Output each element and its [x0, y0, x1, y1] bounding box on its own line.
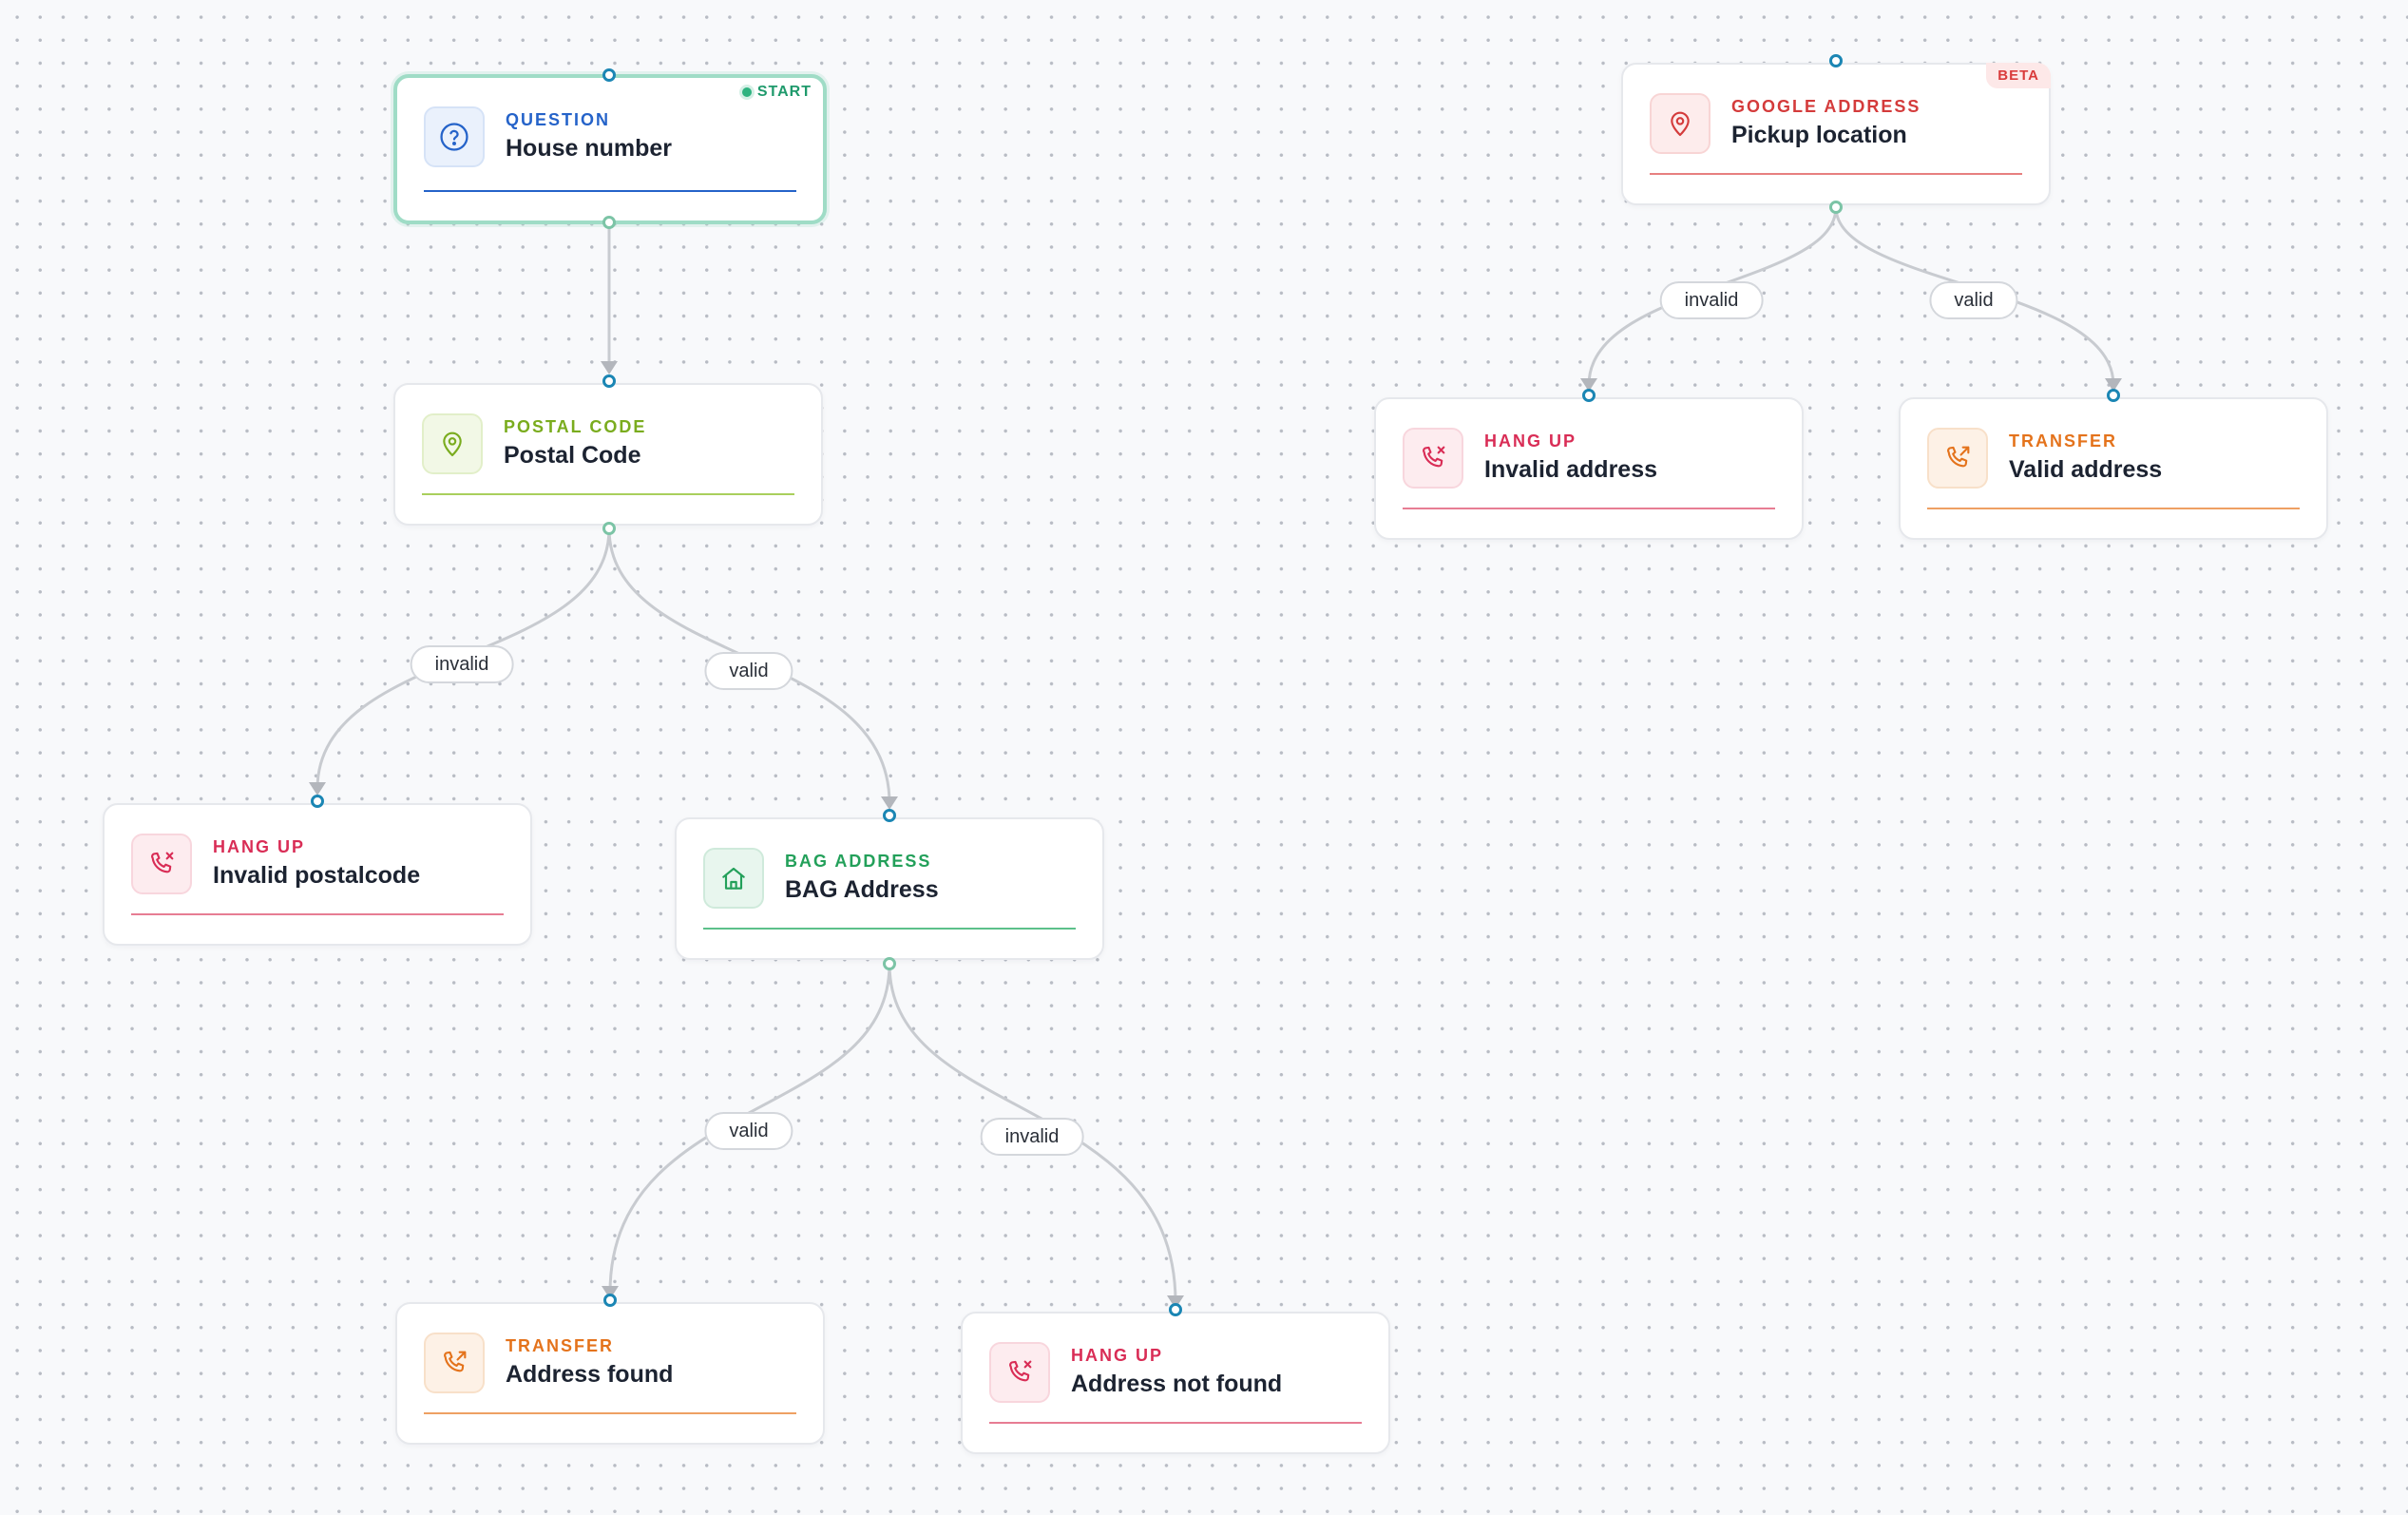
- node-type-label: HANG UP: [213, 837, 306, 856]
- output-port[interactable]: [883, 957, 896, 970]
- input-port[interactable]: [311, 795, 324, 808]
- map-pin-icon: [1650, 93, 1710, 154]
- output-port[interactable]: [1829, 201, 1843, 214]
- node-address-found[interactable]: TRANSFER Address found: [395, 1302, 825, 1445]
- arrowhead: [881, 796, 898, 810]
- node-accent-line: [424, 1412, 796, 1414]
- phone-transfer-icon: [1927, 428, 1988, 489]
- node-type-label: POSTAL CODE: [504, 417, 647, 436]
- edge-label-google-invalid[interactable]: invalid: [1659, 281, 1764, 319]
- node-postal-code[interactable]: POSTAL CODE Postal Code: [393, 383, 823, 526]
- node-accent-line: [1927, 508, 2300, 509]
- phone-transfer-icon: [424, 1333, 485, 1393]
- output-port[interactable]: [602, 216, 616, 229]
- edge-layer: [309, 206, 2122, 1309]
- node-title: Address found: [506, 1361, 674, 1388]
- edge-label-bag-invalid[interactable]: invalid: [980, 1118, 1084, 1156]
- input-port[interactable]: [1169, 1303, 1182, 1316]
- input-port[interactable]: [1582, 389, 1596, 402]
- node-type-label: BAG ADDRESS: [785, 852, 932, 871]
- input-port[interactable]: [602, 374, 616, 388]
- node-type-label: TRANSFER: [2009, 431, 2117, 451]
- node-accent-line: [703, 928, 1076, 930]
- node-title: Pickup location: [1731, 122, 1907, 148]
- output-port[interactable]: [602, 522, 616, 535]
- node-title: BAG Address: [785, 876, 939, 903]
- node-accent-line: [424, 190, 796, 192]
- question-icon: [424, 106, 485, 167]
- start-badge: START: [741, 84, 812, 101]
- node-valid-address[interactable]: TRANSFER Valid address: [1899, 397, 2328, 540]
- phone-hangup-icon: [989, 1342, 1050, 1403]
- node-invalid-address[interactable]: HANG UP Invalid address: [1374, 397, 1804, 540]
- node-accent-line: [1650, 173, 2022, 175]
- node-title: Invalid address: [1484, 456, 1658, 483]
- node-title: Valid address: [2009, 456, 2163, 483]
- edge-label-bag-valid[interactable]: valid: [704, 1112, 793, 1150]
- node-accent-line: [131, 913, 504, 915]
- input-port[interactable]: [603, 1294, 617, 1307]
- start-badge-label: START: [756, 84, 812, 100]
- phone-hangup-icon: [1403, 428, 1463, 489]
- node-accent-line: [422, 493, 794, 495]
- node-bag-address[interactable]: BAG ADDRESS BAG Address: [675, 817, 1104, 960]
- start-dot-icon: [741, 87, 752, 97]
- node-address-not-found[interactable]: HANG UP Address not found: [961, 1312, 1390, 1454]
- home-icon: [703, 848, 764, 909]
- input-port[interactable]: [2107, 389, 2120, 402]
- phone-hangup-icon: [131, 834, 192, 894]
- node-house-number[interactable]: START QUESTION House number: [393, 74, 827, 224]
- flow-canvas[interactable]: invalid valid valid invalid invalid vali…: [0, 0, 2408, 1515]
- node-invalid-postalcode[interactable]: HANG UP Invalid postalcode: [103, 803, 532, 946]
- map-pin-icon: [422, 413, 483, 474]
- node-type-label: QUESTION: [506, 110, 611, 129]
- node-title: Postal Code: [504, 442, 641, 469]
- input-port[interactable]: [883, 809, 896, 822]
- node-type-label: GOOGLE ADDRESS: [1731, 97, 1921, 116]
- node-type-label: TRANSFER: [506, 1336, 614, 1355]
- beta-badge: BETA: [1986, 63, 2051, 88]
- input-port[interactable]: [1829, 54, 1843, 67]
- node-type-label: HANG UP: [1484, 431, 1577, 451]
- arrowhead: [309, 782, 326, 796]
- node-accent-line: [1403, 508, 1775, 509]
- edge-label-postal-valid[interactable]: valid: [704, 652, 793, 690]
- edge-label-postal-invalid[interactable]: invalid: [410, 645, 514, 683]
- node-title: House number: [506, 135, 673, 162]
- input-port[interactable]: [602, 68, 616, 82]
- node-title: Invalid postalcode: [213, 862, 421, 889]
- node-accent-line: [989, 1422, 1362, 1424]
- arrowhead: [601, 361, 618, 374]
- node-title: Address not found: [1071, 1371, 1283, 1397]
- edge-label-google-valid[interactable]: valid: [1929, 281, 2018, 319]
- node-type-label: HANG UP: [1071, 1346, 1164, 1365]
- node-pickup-location[interactable]: BETA GOOGLE ADDRESS Pickup location: [1621, 63, 2051, 205]
